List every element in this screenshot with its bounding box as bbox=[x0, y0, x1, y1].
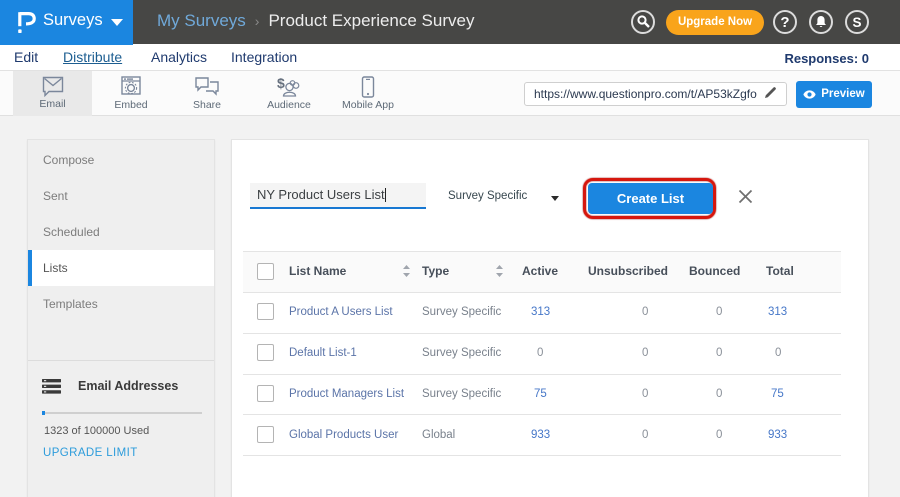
svg-text:$: $ bbox=[277, 76, 285, 91]
